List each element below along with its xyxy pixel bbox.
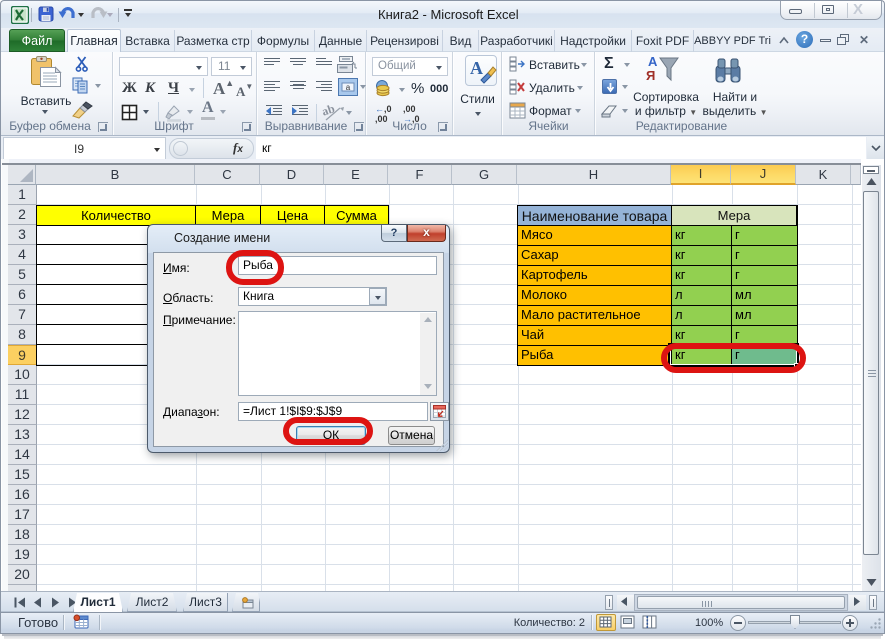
svg-text:a: a (346, 83, 351, 92)
